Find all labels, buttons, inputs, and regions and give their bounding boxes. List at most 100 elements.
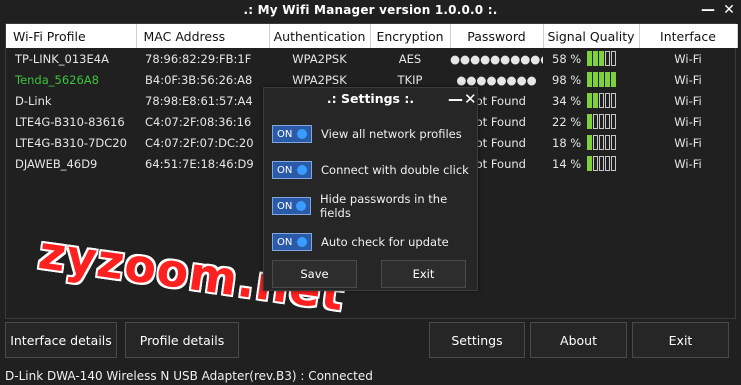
cell-mac: B4:0F:3B:56:26:A8 bbox=[145, 72, 253, 87]
cell-authentication: WPA2PSK bbox=[292, 51, 347, 66]
cell-signal: 98 % bbox=[543, 69, 639, 90]
exit-button[interactable]: Exit bbox=[632, 322, 729, 358]
signal-bar bbox=[605, 51, 611, 66]
signal-bar bbox=[605, 135, 611, 150]
cell-profile: TP-LINK_013E4A bbox=[15, 51, 109, 66]
settings-button[interactable]: Settings bbox=[429, 322, 525, 358]
cell-signal: 58 % bbox=[543, 48, 639, 69]
signal-bar bbox=[587, 51, 593, 66]
cell-interface: Wi-Fi bbox=[674, 72, 702, 87]
interface-details-button[interactable]: Interface details bbox=[5, 322, 117, 358]
signal-bars-icon bbox=[587, 93, 617, 108]
signal-bar bbox=[593, 51, 599, 66]
column-header-password[interactable]: Password bbox=[450, 24, 544, 48]
cell-signal: 34 % bbox=[543, 90, 639, 111]
close-button[interactable]: ✕ bbox=[721, 2, 737, 18]
cell-mac: 64:51:7E:18:46:D9 bbox=[145, 156, 254, 171]
option-label: Connect with double click bbox=[321, 163, 469, 177]
cell-interface: Wi-Fi bbox=[674, 51, 702, 66]
table-header: Wi-Fi Profile MAC Address Authentication… bbox=[6, 24, 738, 48]
signal-bar bbox=[605, 114, 611, 129]
cell-mac: 78:96:82:29:FB:1F bbox=[145, 51, 252, 66]
cell-signal: 14 % bbox=[543, 153, 639, 174]
signal-percent: 14 % bbox=[552, 156, 582, 171]
signal-bar bbox=[611, 51, 617, 66]
toggle-hide-passwords[interactable]: ON bbox=[272, 197, 312, 215]
option-view-all-profiles: ON View all network profiles bbox=[272, 124, 462, 144]
signal-percent: 58 % bbox=[552, 51, 582, 66]
signal-bar bbox=[593, 72, 599, 87]
cell-profile: D-Link bbox=[15, 93, 52, 108]
cell-profile: DJAWEB_46D9 bbox=[15, 156, 98, 171]
column-header-profile[interactable]: Wi-Fi Profile bbox=[6, 24, 137, 48]
signal-bars-icon bbox=[587, 72, 617, 87]
cell-mac: C4:07:2F:07:DC:20 bbox=[145, 135, 254, 150]
signal-bar bbox=[599, 135, 605, 150]
signal-bar bbox=[611, 114, 617, 129]
window-title: .: My Wifi Manager version 1.0.0.0 :. bbox=[243, 3, 498, 17]
about-button[interactable]: About bbox=[530, 322, 627, 358]
signal-bar bbox=[611, 93, 617, 108]
toggle-knob bbox=[296, 201, 307, 211]
signal-bars-icon bbox=[587, 156, 617, 171]
settings-save-button[interactable]: Save bbox=[272, 260, 357, 288]
signal-percent: 34 % bbox=[552, 93, 582, 108]
signal-bar bbox=[611, 135, 617, 150]
signal-bar bbox=[599, 156, 605, 171]
signal-bar bbox=[593, 114, 599, 129]
column-header-interface[interactable]: Interface bbox=[639, 24, 738, 48]
signal-bar bbox=[587, 72, 593, 87]
cell-profile: Tenda_5626A8 bbox=[15, 72, 99, 87]
toggle-auto-update[interactable]: ON bbox=[272, 233, 312, 251]
settings-dialog-title: .: Settings :. bbox=[326, 91, 415, 106]
toggle-state: ON bbox=[277, 200, 293, 212]
signal-bar bbox=[605, 156, 611, 171]
table-row[interactable]: TP-LINK_013E4A 78:96:82:29:FB:1F WPA2PSK AE… bbox=[6, 48, 737, 69]
toggle-knob bbox=[297, 237, 307, 247]
cell-profile: LTE4G-B310-7DC20 bbox=[15, 135, 127, 150]
column-header-signal[interactable]: Signal Quality bbox=[543, 24, 640, 48]
column-header-encryption[interactable]: Encryption bbox=[370, 24, 451, 48]
signal-bar bbox=[605, 93, 611, 108]
toggle-state: ON bbox=[277, 236, 293, 248]
toggle-knob bbox=[297, 129, 307, 139]
option-connect-double-click: ON Connect with double click bbox=[272, 160, 469, 180]
profile-details-button[interactable]: Profile details bbox=[125, 322, 239, 358]
cell-signal: 18 % bbox=[543, 132, 639, 153]
cell-interface: Wi-Fi bbox=[674, 93, 702, 108]
signal-percent: 18 % bbox=[552, 135, 582, 150]
cell-interface: Wi-Fi bbox=[674, 114, 702, 129]
signal-bar bbox=[593, 156, 599, 171]
title-bar: .: My Wifi Manager version 1.0.0.0 :. — … bbox=[0, 0, 741, 22]
cell-mac: 78:98:E8:61:57:A4 bbox=[145, 93, 253, 108]
cell-mac: C4:07:2F:08:36:16 bbox=[145, 114, 252, 129]
signal-bar bbox=[599, 51, 605, 66]
toggle-state: ON bbox=[277, 164, 293, 176]
column-header-authentication[interactable]: Authentication bbox=[269, 24, 371, 48]
toggle-state: ON bbox=[277, 128, 293, 140]
cell-profile: LTE4G-B310-83616 bbox=[15, 114, 125, 129]
toggle-view-all-profiles[interactable]: ON bbox=[272, 125, 312, 143]
signal-bar bbox=[611, 72, 617, 87]
signal-bar bbox=[605, 72, 611, 87]
toggle-connect-double-click[interactable]: ON bbox=[272, 161, 312, 179]
signal-bar bbox=[599, 72, 605, 87]
settings-minimize-button[interactable]: — bbox=[448, 90, 463, 108]
option-label: Hide passwords in the fields bbox=[320, 192, 448, 220]
cell-interface: Wi-Fi bbox=[674, 135, 702, 150]
signal-bar bbox=[599, 114, 605, 129]
signal-bar bbox=[587, 156, 593, 171]
signal-bar bbox=[611, 156, 617, 171]
signal-bar bbox=[587, 114, 593, 129]
minimize-button[interactable]: — bbox=[700, 2, 716, 18]
column-header-mac[interactable]: MAC Address bbox=[136, 24, 270, 48]
cell-password: ●●●●●●●●●● bbox=[450, 51, 543, 66]
status-bar: D-Link DWA-140 Wireless N USB Adapter(re… bbox=[5, 369, 373, 383]
settings-close-button[interactable]: ✕ bbox=[464, 90, 477, 108]
settings-exit-button[interactable]: Exit bbox=[381, 260, 466, 288]
signal-bar bbox=[593, 93, 599, 108]
cell-interface: Wi-Fi bbox=[674, 156, 702, 171]
option-label: View all network profiles bbox=[321, 127, 462, 141]
settings-dialog: .: Settings :. — ✕ ON View all network p… bbox=[263, 87, 478, 291]
signal-bars-icon bbox=[587, 51, 617, 66]
